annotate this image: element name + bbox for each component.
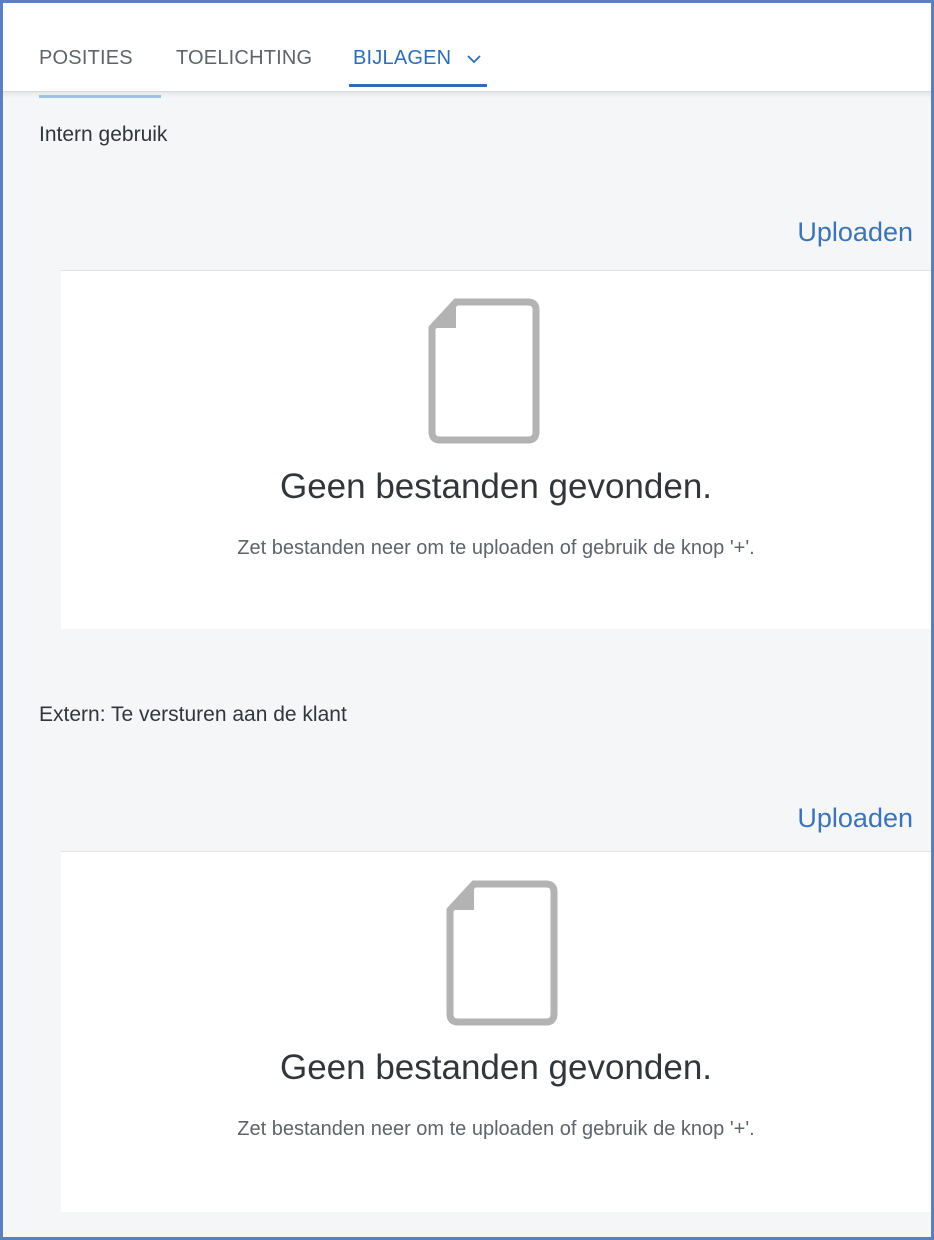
active-tab-indicator (349, 84, 487, 87)
upload-panel-extern[interactable]: Geen bestanden gevonden. Zet bestanden n… (61, 851, 931, 1212)
section-title-extern: Extern: Te versturen aan de klant (39, 703, 347, 726)
upload-panel-intern[interactable]: Geen bestanden gevonden. Zet bestanden n… (61, 270, 931, 629)
tab-toelichting[interactable]: TOELICHTING (176, 47, 312, 70)
upload-button-intern[interactable]: Uploaden (797, 217, 913, 248)
section-title-intern: Intern gebruik (39, 123, 168, 146)
tab-posities[interactable]: POSITIES (39, 47, 133, 70)
empty-state-hint: Zet bestanden neer om te uploaden of geb… (237, 1118, 755, 1140)
attachments-page: POSITIES TOELICHTING BIJLAGEN Intern geb… (0, 0, 934, 1240)
tab-bar: POSITIES TOELICHTING BIJLAGEN (3, 3, 931, 92)
empty-state-title: Geen bestanden gevonden. (279, 1048, 713, 1087)
upload-button-extern[interactable]: Uploaden (797, 803, 913, 834)
document-icon (428, 298, 540, 444)
chevron-down-icon[interactable] (465, 50, 483, 68)
document-icon (446, 880, 558, 1026)
empty-state-title: Geen bestanden gevonden. (279, 467, 713, 506)
empty-state-hint: Zet bestanden neer om te uploaden of geb… (237, 537, 755, 559)
tab-bijlagen[interactable]: BIJLAGEN (353, 47, 451, 70)
tab-scroll-indicator (39, 95, 161, 98)
